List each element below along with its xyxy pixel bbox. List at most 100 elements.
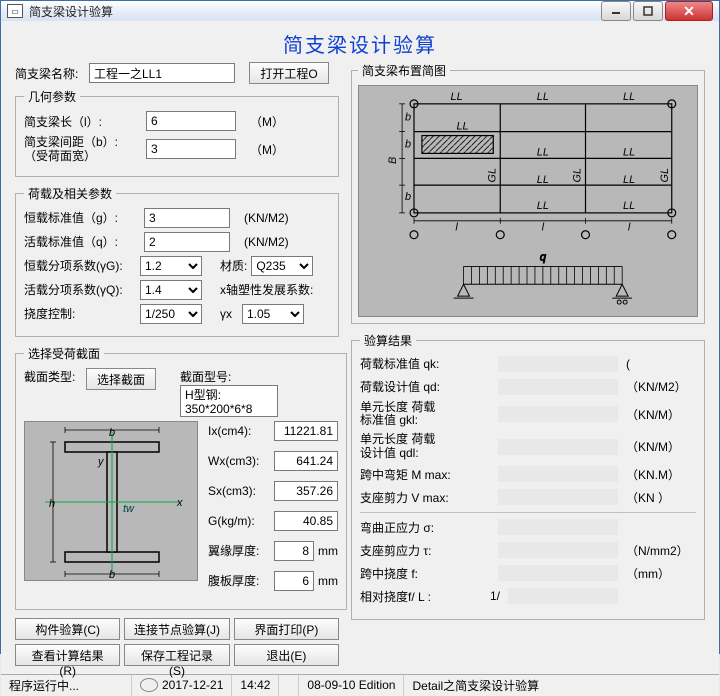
ix-label: Ix(cm4): — [208, 424, 251, 438]
dead-load-label: 恒载标准值（g）: — [24, 209, 144, 226]
save-project-button[interactable]: 保存工程记录(S) — [124, 644, 229, 666]
gamma-g-label: 恒载分项系数(γG): — [24, 257, 140, 274]
dead-load-unit: (KN/M2) — [244, 211, 289, 225]
minimize-button[interactable] — [601, 1, 631, 21]
plastic-label: x轴塑性发展系数: — [220, 281, 313, 298]
mmax-label: 跨中弯矩 M max: — [360, 466, 490, 483]
section-diagram: x y tw h b b — [24, 421, 198, 581]
section-group: 选择受荷截面 截面类型: 选择截面 截面型号: H型钢: 350*200*6*8 — [15, 345, 347, 610]
svg-text:GL: GL — [486, 168, 498, 183]
maximize-button[interactable] — [633, 1, 663, 21]
status-edition: 08-09-10 Edition — [298, 675, 403, 696]
tw-label: 腹板厚度: — [208, 572, 259, 589]
tf-value[interactable] — [274, 541, 314, 561]
check-joint-button[interactable]: 连接节点验算(J) — [124, 618, 229, 640]
tw-value[interactable] — [274, 571, 314, 591]
dead-load-input[interactable] — [144, 208, 230, 228]
beam-name-label: 简支梁名称: — [15, 65, 89, 82]
check-member-button[interactable]: 构件验算(C) — [15, 618, 120, 640]
svg-text:tw: tw — [123, 503, 135, 515]
tf-unit: mm — [318, 544, 338, 558]
mmax-value — [498, 466, 618, 482]
titlebar[interactable]: ▭ 简支梁设计验算 ✕ — [1, 1, 719, 21]
svg-text:LL: LL — [457, 121, 469, 133]
svg-text:b: b — [109, 569, 115, 581]
status-time: 14:42 — [231, 675, 278, 696]
select-section-button[interactable]: 选择截面 — [86, 368, 156, 390]
span-label: 简支梁长（l）: — [24, 113, 146, 130]
deflection-select[interactable]: 1/250 — [140, 304, 202, 324]
svg-text:b: b — [405, 138, 411, 150]
vmax-value — [498, 489, 618, 505]
tw-unit: mm — [318, 574, 338, 588]
print-button[interactable]: 界面打印(P) — [234, 618, 339, 640]
svg-text:LL: LL — [623, 146, 635, 158]
tau-value — [498, 542, 618, 558]
content-area: 简支梁设计验算 简支梁名称: 打开工程O 几何参数 简支梁长（l）: （M） — [1, 21, 719, 674]
svg-text:B: B — [387, 157, 399, 164]
svg-text:LL: LL — [537, 91, 549, 103]
spacing-input[interactable] — [146, 139, 236, 159]
close-button[interactable]: ✕ — [665, 1, 713, 21]
spacing-unit: （M） — [250, 141, 284, 158]
mmax-unit: （KN.M） — [626, 466, 696, 483]
qk-value — [498, 356, 618, 372]
wx-value[interactable] — [274, 451, 338, 471]
material-select[interactable]: Q235 — [251, 256, 313, 276]
qk-unit: ( — [626, 357, 696, 371]
load-legend: 荷载及相关参数 — [24, 185, 116, 202]
qd-unit: （KN/M2） — [626, 378, 696, 395]
gamma-g-select[interactable]: 1.2 — [140, 256, 202, 276]
results-legend: 验算结果 — [360, 332, 416, 349]
gamma-q-select[interactable]: 1.4 — [140, 280, 202, 300]
gamma-x-select[interactable]: 1.05 — [242, 304, 304, 324]
layout-legend: 简支梁布置简图 — [358, 62, 450, 79]
svg-text:l: l — [542, 222, 545, 234]
gdl-value — [498, 439, 618, 455]
svg-text:GL: GL — [572, 168, 584, 183]
svg-text:l: l — [628, 222, 631, 234]
live-load-label: 活载标准值（q）: — [24, 233, 144, 250]
section-model-value: H型钢: 350*200*6*8 — [180, 385, 278, 417]
section-legend: 选择受荷截面 — [24, 345, 104, 362]
layout-group: 简支梁布置简图 — [351, 62, 705, 324]
status-running: 程序运行中... — [1, 675, 131, 696]
right-column: 简支梁布置简图 — [351, 62, 705, 666]
svg-text:LL: LL — [623, 91, 635, 103]
svg-text:x: x — [176, 497, 183, 509]
sigma-label: 弯曲正应力 σ: — [360, 519, 490, 536]
sx-value[interactable] — [274, 481, 338, 501]
left-column: 简支梁名称: 打开工程O 几何参数 简支梁长（l）: （M） 简支梁间距（b）:… — [15, 62, 339, 666]
tf-label: 翼缘厚度: — [208, 542, 259, 559]
svg-text:b: b — [405, 191, 411, 203]
open-project-button[interactable]: 打开工程O — [249, 62, 329, 84]
live-load-input[interactable] — [144, 232, 230, 252]
fl-value — [508, 588, 618, 604]
deflection-label: 挠度控制: — [24, 305, 140, 322]
fl-mid: 1/ — [490, 589, 500, 603]
window-title: 简支梁设计验算 — [29, 3, 601, 20]
ix-value[interactable] — [274, 421, 338, 441]
geometry-legend: 几何参数 — [24, 88, 80, 105]
svg-text:GL: GL — [659, 168, 671, 183]
view-result-button[interactable]: 查看计算结果(R) — [15, 644, 120, 666]
span-input[interactable] — [146, 111, 236, 131]
gdl-unit: （KN/M） — [626, 438, 696, 455]
svg-text:y: y — [97, 456, 105, 468]
g-value[interactable] — [274, 511, 338, 531]
exit-button[interactable]: 退出(E) — [234, 644, 339, 666]
svg-text:b: b — [405, 112, 411, 124]
svg-text:LL: LL — [623, 200, 635, 212]
app-icon: ▭ — [7, 4, 23, 18]
clock-icon — [140, 678, 158, 692]
spacing-label: 简支梁间距（b）: （受荷面宽） — [24, 135, 146, 164]
beam-name-input[interactable] — [89, 63, 235, 83]
svg-text:LL: LL — [451, 91, 463, 103]
svg-text:l: l — [455, 222, 458, 234]
action-buttons: 构件验算(C) 连接节点验算(J) 界面打印(P) 查看计算结果(R) 保存工程… — [15, 618, 339, 666]
vmax-unit: （KN ） — [626, 489, 696, 506]
svg-text:LL: LL — [537, 146, 549, 158]
load-group: 荷载及相关参数 恒载标准值（g）: (KN/M2) 活载标准值（q）: (KN/… — [15, 185, 339, 337]
f-label: 跨中挠度 f: — [360, 565, 490, 582]
sx-label: Sx(cm3): — [208, 484, 256, 498]
